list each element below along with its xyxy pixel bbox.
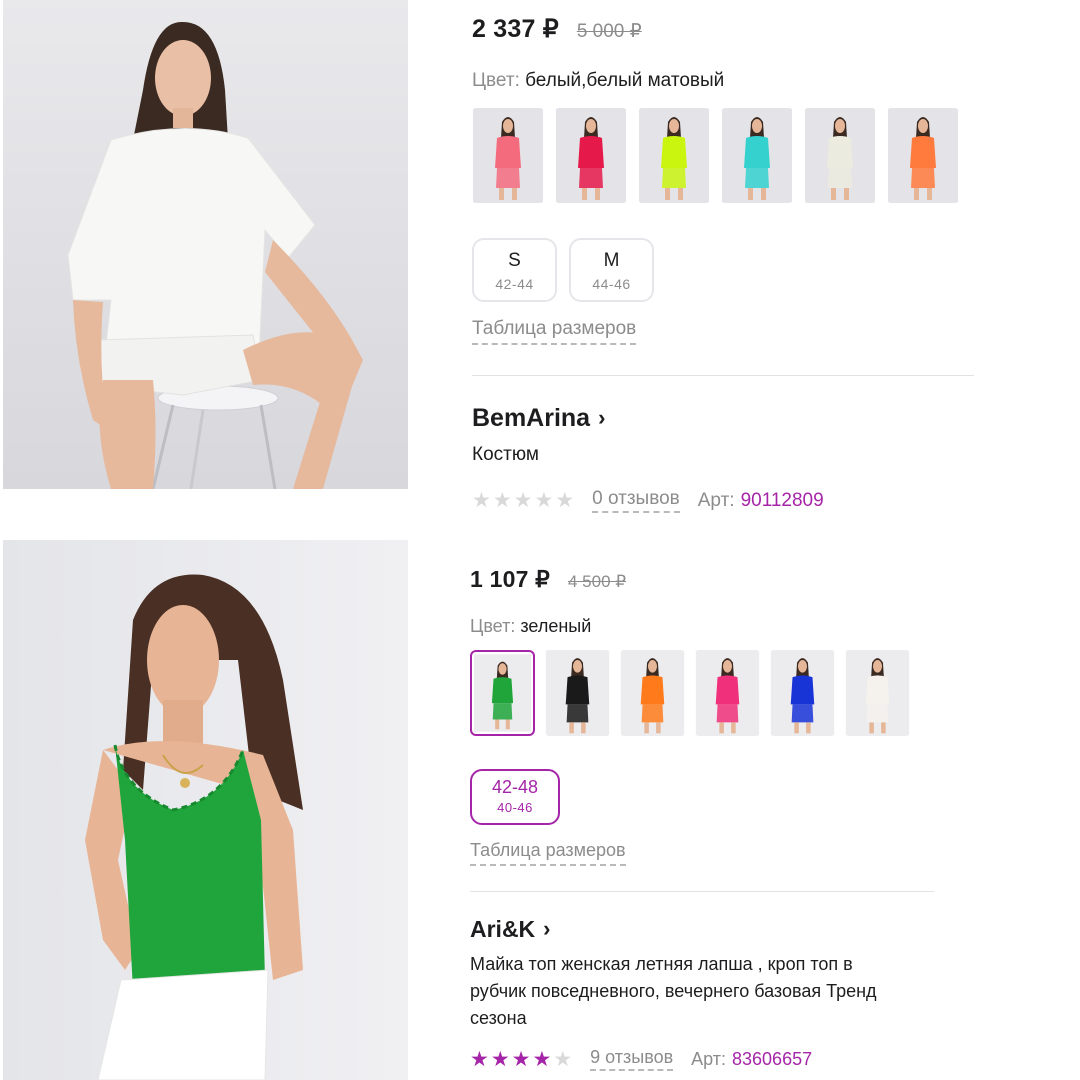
article-label: Арт:	[691, 1048, 727, 1069]
size-table-link[interactable]: Таблица размеров	[470, 840, 626, 866]
product-1-price-row: 2 337 ₽ 5 000 ₽	[472, 14, 642, 44]
color-variant-thumbnail[interactable]	[845, 650, 910, 736]
product-2-price-row: 1 107 ₽ 4 500 ₽	[470, 566, 626, 593]
star-empty-icon: ★	[553, 1047, 573, 1071]
star-empty-icon: ★	[492, 489, 512, 512]
article-number[interactable]: 90112809	[741, 490, 824, 512]
color-variant-thumbnail[interactable]	[695, 650, 760, 736]
chevron-right-icon: ›	[543, 915, 551, 941]
star-filled-icon: ★	[511, 1047, 531, 1071]
brand-name: Ari&K	[470, 916, 536, 942]
brand-link[interactable]: BemArina ›	[472, 404, 605, 433]
size-label: M	[603, 250, 620, 271]
divider	[470, 891, 934, 892]
size-label: 42-48	[491, 777, 539, 797]
current-price: 2 337 ₽	[472, 15, 559, 43]
size-label: S	[508, 250, 521, 271]
color-variant-thumbnail[interactable]	[470, 650, 535, 736]
size-option-42-48[interactable]: 42-48 40-46	[470, 769, 560, 825]
star-empty-icon: ★	[555, 489, 575, 512]
color-variant-thumbnail[interactable]	[545, 650, 610, 736]
article-label: Арт:	[697, 489, 735, 511]
color-label: Цвет:	[472, 70, 520, 91]
product-2-color-variants	[470, 650, 910, 736]
star-filled-icon: ★	[470, 1047, 489, 1071]
chevron-right-icon: ›	[598, 404, 606, 430]
product-1-color-line: Цвет: белый,белый матовый	[472, 70, 724, 92]
product-name-line: Майка топ женская летняя лапша , кроп то…	[470, 954, 853, 974]
product-1-rating-row: ★ ★ ★ ★ ★ 0 отзывов Арт: 90112809	[472, 488, 824, 513]
color-variant-thumbnail[interactable]	[721, 108, 793, 203]
product-photo-green-top[interactable]	[3, 540, 408, 1080]
size-range: 40-46	[497, 800, 533, 815]
product-name: Костюм	[472, 444, 539, 465]
color-variant-thumbnail[interactable]	[555, 108, 627, 203]
size-table-link[interactable]: Таблица размеров	[472, 318, 637, 345]
product-2-rating-row: ★ ★ ★ ★ ★ 9 отзывов Арт: 83606657	[470, 1047, 812, 1071]
star-empty-icon: ★	[513, 489, 533, 512]
star-filled-icon: ★	[532, 1047, 552, 1071]
reviews-link[interactable]: 0 отзывов	[592, 488, 680, 513]
article-number[interactable]: 83606657	[732, 1049, 812, 1070]
brand-name: BemArina	[472, 404, 591, 432]
rating-stars: ★ ★ ★ ★ ★	[470, 1049, 572, 1070]
reviews-link[interactable]: 9 отзывов	[590, 1047, 674, 1071]
color-variant-thumbnail[interactable]	[472, 108, 544, 203]
size-option-s[interactable]: S 42-44	[472, 238, 557, 302]
color-variant-thumbnail[interactable]	[770, 650, 835, 736]
star-filled-icon: ★	[490, 1047, 510, 1071]
color-variant-thumbnail[interactable]	[887, 108, 959, 203]
color-value: зеленый	[520, 616, 592, 636]
divider	[472, 375, 974, 376]
color-label: Цвет:	[470, 616, 516, 636]
size-range: 42-44	[495, 276, 534, 292]
product-name-line: рубчик повседневного, вечернего базовая …	[470, 981, 877, 1001]
color-value: белый,белый матовый	[525, 70, 725, 91]
product-name-line: сезона	[470, 1008, 527, 1028]
rating-stars: ★ ★ ★ ★ ★	[472, 490, 574, 511]
product-name: Майка топ женская летняя лапша , кроп то…	[470, 951, 950, 1032]
star-empty-icon: ★	[472, 489, 491, 512]
product-1-color-variants	[472, 108, 959, 203]
size-option-m[interactable]: M 44-46	[569, 238, 654, 302]
color-variant-thumbnail[interactable]	[620, 650, 685, 736]
old-price: 4 500 ₽	[567, 572, 627, 591]
product-2-color-line: Цвет: зеленый	[470, 616, 591, 637]
size-range: 44-46	[592, 276, 631, 292]
star-empty-icon: ★	[534, 489, 554, 512]
current-price: 1 107 ₽	[470, 566, 550, 592]
product-photo-white-suit[interactable]	[3, 0, 408, 489]
brand-link[interactable]: Ari&K ›	[470, 916, 551, 943]
old-price: 5 000 ₽	[576, 21, 642, 42]
product-2-size-options: 42-48 40-46	[470, 769, 560, 825]
product-1-size-options: S 42-44 M 44-46	[472, 238, 654, 302]
color-variant-thumbnail[interactable]	[638, 108, 710, 203]
color-variant-thumbnail[interactable]	[804, 108, 876, 203]
